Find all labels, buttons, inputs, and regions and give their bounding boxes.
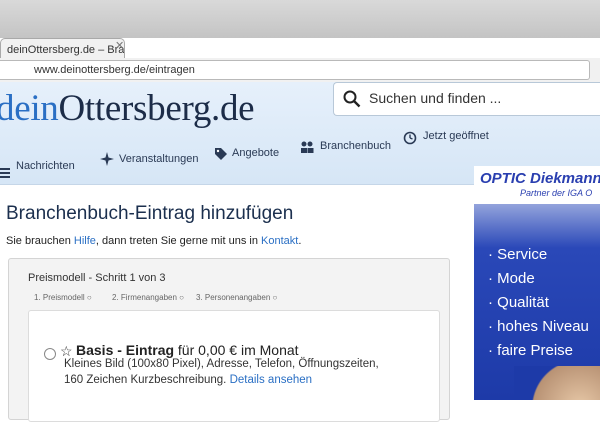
ad-tagline: Partner der IGA O bbox=[520, 188, 593, 198]
nav-item-branchenbuch[interactable]: Branchenbuch bbox=[320, 140, 391, 152]
tab-close-icon[interactable]: ✕ bbox=[115, 39, 124, 52]
tag-icon bbox=[215, 148, 227, 160]
step-1[interactable]: 1. Preismodell ○ bbox=[34, 293, 92, 302]
search-placeholder: Suchen und finden ... bbox=[369, 90, 502, 106]
ad-item: · faire Preise bbox=[488, 342, 574, 359]
ad-item: · Service bbox=[488, 246, 548, 263]
ad-item: · hohes Niveau bbox=[488, 318, 589, 335]
address-bar[interactable]: www.deinottersberg.de/eintragen bbox=[0, 60, 590, 80]
nav-item-angebote[interactable]: Angebote bbox=[232, 147, 279, 159]
subtitle-text-end: . bbox=[298, 235, 302, 247]
url-text: www.deinottersberg.de/eintragen bbox=[34, 64, 195, 76]
tab-title: deinOttersberg.de – Branch bbox=[7, 44, 125, 56]
step-1-label: 1. Preismodell bbox=[34, 293, 85, 302]
nav-item-nachrichten[interactable]: Nachrichten bbox=[16, 160, 75, 172]
nav-item-jetzt-geoeffnet[interactable]: Jetzt geöffnet bbox=[423, 130, 489, 142]
subtitle-text-mid: , dann treten Sie gerne mit uns in bbox=[95, 235, 262, 247]
contact-link[interactable]: Kontakt bbox=[261, 235, 298, 247]
logo-main: Ottersberg.de bbox=[58, 88, 255, 129]
option-description: Kleines Bild (100x80 Pixel), Adresse, Te… bbox=[64, 356, 394, 388]
advertisement[interactable]: OPTIC Diekmann Partner der IGA O · Servi… bbox=[474, 166, 600, 400]
steps-title: Preismodell - Schritt 1 von 3 bbox=[28, 272, 166, 284]
page-subtitle: Sie brauchen Hilfe, dann treten Sie gern… bbox=[6, 235, 301, 247]
browser-titlebar bbox=[0, 0, 600, 38]
step-2-label: 2. Firmenangaben bbox=[112, 293, 177, 302]
page-title: Branchenbuch-Eintrag hinzufügen bbox=[6, 203, 294, 224]
ad-item: · Mode bbox=[488, 270, 535, 287]
step-2[interactable]: 2. Firmenangaben ○ bbox=[112, 293, 184, 302]
sparkle-icon bbox=[100, 152, 114, 166]
ad-item: · Qualität bbox=[488, 294, 549, 311]
logo-prefix: dein bbox=[0, 88, 59, 129]
step-3-label: 3. Personenangaben bbox=[196, 293, 271, 302]
site-logo[interactable]: deinOttersberg.de bbox=[0, 87, 255, 130]
option-desc-text: Kleines Bild (100x80 Pixel), Adresse, Te… bbox=[64, 358, 379, 386]
details-link[interactable]: Details ansehen bbox=[230, 374, 312, 386]
help-link[interactable]: Hilfe bbox=[74, 235, 96, 247]
search-icon[interactable] bbox=[343, 90, 361, 108]
subtitle-text: Sie brauchen bbox=[6, 235, 74, 247]
browser-tab[interactable]: deinOttersberg.de – Branch bbox=[0, 38, 125, 60]
list-icon bbox=[0, 168, 10, 178]
people-icon bbox=[301, 141, 314, 153]
step-3[interactable]: 3. Personenangaben ○ bbox=[196, 293, 277, 302]
clock-icon bbox=[403, 131, 417, 145]
ad-brand: OPTIC Diekmann bbox=[480, 170, 600, 187]
option-radio-basis[interactable] bbox=[44, 348, 56, 360]
nav-item-veranstaltungen[interactable]: Veranstaltungen bbox=[119, 153, 199, 165]
ad-photo bbox=[514, 366, 600, 400]
